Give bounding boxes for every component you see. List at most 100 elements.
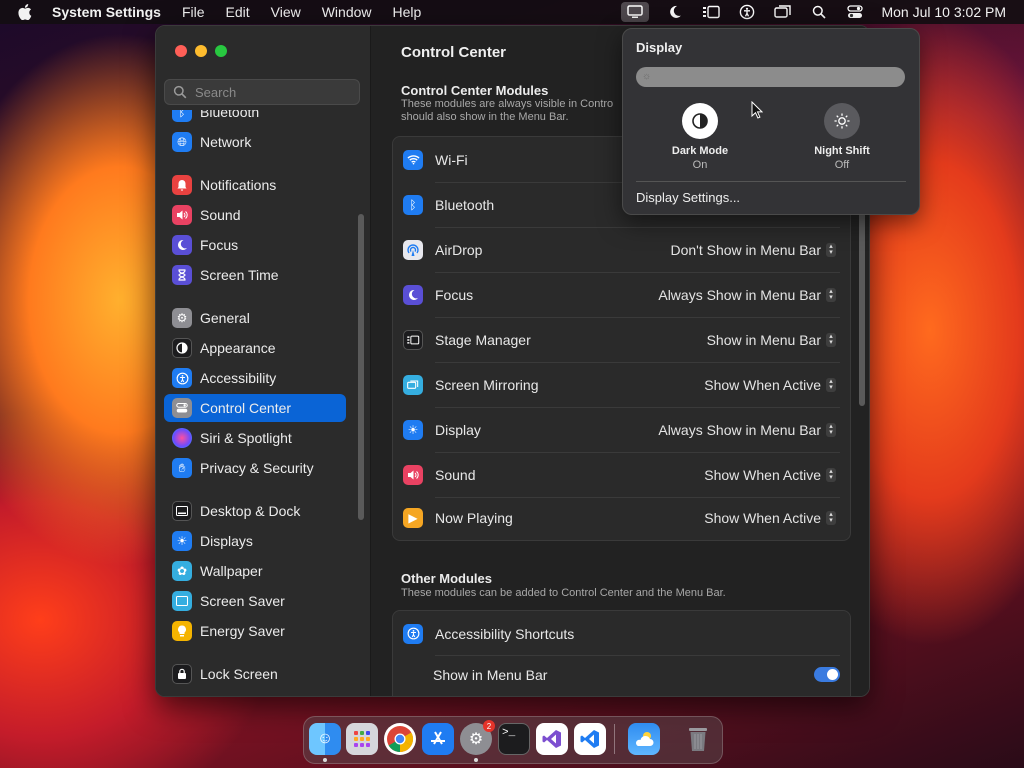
brightness-slider[interactable]: ☼ (636, 67, 905, 87)
sidebar-list: ᛒ Bluetooth 🌐︎ Network Notifications Sou… (164, 110, 356, 695)
menu-window[interactable]: Window (322, 4, 372, 20)
screen-mirroring-menu-icon[interactable] (773, 3, 793, 21)
sidebar-item-label: Sound (200, 207, 241, 223)
other-modules-group: Accessibility Shortcuts Show in Menu Bar (392, 610, 851, 696)
launchpad-icon[interactable] (346, 723, 378, 755)
airdrop-menu-bar-select[interactable]: Don't Show in Menu Bar ▴ ▾ (670, 242, 836, 258)
sidebar-item-bluetooth[interactable]: ᛒ Bluetooth (164, 110, 346, 126)
dark-mode-label: Dark Mode (671, 145, 729, 157)
module-row-screen-mirroring[interactable]: Screen Mirroring Show When Active ▴ ▾ (393, 362, 850, 407)
focus-menu-bar-select[interactable]: Always Show in Menu Bar ▴ ▾ (658, 287, 836, 303)
vscode-icon[interactable] (574, 723, 606, 755)
accessibility-menu-icon[interactable] (737, 3, 757, 21)
screensaver-icon (172, 591, 192, 611)
control-center-menu-icon[interactable] (845, 3, 865, 21)
sidebar-item-notifications[interactable]: Notifications (164, 171, 346, 199)
menu-help[interactable]: Help (393, 4, 422, 20)
module-row-now-playing[interactable]: ▶︎ Now Playing Show When Active ▴ ▾ (393, 495, 850, 540)
sidebar-item-network[interactable]: 🌐︎ Network (164, 128, 346, 156)
menu-edit[interactable]: Edit (226, 4, 250, 20)
focus-moon-menu-icon[interactable] (665, 3, 685, 21)
zoom-button[interactable] (215, 45, 227, 57)
accessibility-icon (403, 623, 423, 644)
sidebar-item-privacy-security[interactable]: ✋︎ Privacy & Security (164, 454, 346, 482)
terminal-icon[interactable]: >_ (498, 723, 530, 755)
sidebar-item-general[interactable]: ⚙︎ General (164, 304, 346, 332)
sidebar-item-desktop-dock[interactable]: Desktop & Dock (164, 497, 346, 525)
module-row-accessibility-shortcuts[interactable]: Accessibility Shortcuts (393, 611, 850, 656)
screen-mirroring-icon (403, 374, 423, 395)
menu-file[interactable]: File (182, 4, 205, 20)
sidebar-search[interactable] (164, 79, 360, 105)
sidebar-item-label: Siri & Spotlight (200, 430, 292, 446)
sidebar-item-control-center[interactable]: Control Center (164, 394, 346, 422)
sidebar-item-sound[interactable]: Sound (164, 201, 346, 229)
lock-icon (172, 664, 192, 684)
visual-studio-icon[interactable] (536, 723, 568, 755)
module-row-focus[interactable]: Focus Always Show in Menu Bar ▴ ▾ (393, 272, 850, 317)
minimize-button[interactable] (195, 45, 207, 57)
trash-icon[interactable] (682, 723, 714, 755)
sidebar-item-energy-saver[interactable]: Energy Saver (164, 617, 346, 645)
close-button[interactable] (175, 45, 187, 57)
sidebar-item-lock-screen[interactable]: Lock Screen (164, 660, 346, 688)
module-label: Focus (435, 286, 474, 303)
sidebar-item-wallpaper[interactable]: ✿︎ Wallpaper (164, 557, 346, 585)
menu-app-name[interactable]: System Settings (52, 4, 161, 20)
stepper-chevron-icon: ▴ ▾ (826, 422, 836, 437)
module-row-stage-manager[interactable]: Stage Manager Show in Menu Bar ▴ ▾ (393, 317, 850, 362)
speaker-icon (172, 205, 192, 225)
sidebar-item-label: Appearance (200, 340, 276, 356)
bulb-icon (172, 621, 192, 641)
dock-separator (614, 724, 615, 754)
show-in-menu-bar-row: Show in Menu Bar (393, 652, 850, 696)
popover-divider (636, 181, 906, 182)
chrome-icon[interactable] (384, 723, 416, 755)
sidebar-item-screen-time[interactable]: Screen Time (164, 261, 346, 289)
brightness-sun-icon: ☼ (642, 71, 652, 82)
search-input[interactable] (193, 83, 357, 101)
sidebar-scrollbar[interactable] (358, 214, 364, 520)
sidebar-item-label: Desktop & Dock (200, 503, 301, 519)
spotlight-search-icon[interactable] (809, 3, 829, 21)
display-menu-bar-select[interactable]: Always Show in Menu Bar ▴ ▾ (658, 422, 836, 438)
sound-menu-bar-select[interactable]: Show When Active ▴ ▾ (704, 467, 836, 483)
screen-mirroring-menu-bar-select[interactable]: Show When Active ▴ ▾ (704, 377, 836, 393)
mouse-cursor-icon (751, 100, 764, 124)
stepper-chevron-icon: ▴ ▾ (826, 467, 836, 482)
display-menu-icon[interactable] (621, 2, 650, 22)
menu-clock[interactable]: Mon Jul 10 3:02 PM (881, 4, 1006, 20)
sidebar-item-label: Lock Screen (200, 666, 278, 682)
show-in-menu-bar-label: Show in Menu Bar (433, 666, 548, 683)
finder-icon[interactable]: ☺︎ (309, 723, 341, 755)
module-label: Wi-Fi (435, 151, 468, 168)
main-scrollbar[interactable] (859, 186, 865, 406)
stage-manager-menu-icon[interactable] (701, 3, 721, 21)
sidebar-item-appearance[interactable]: Appearance (164, 334, 346, 362)
sidebar-item-label: General (200, 310, 250, 326)
sidebar-item-displays[interactable]: ☀︎ Displays (164, 527, 346, 555)
stage-manager-menu-bar-select[interactable]: Show in Menu Bar ▴ ▾ (707, 332, 836, 348)
sidebar-item-focus[interactable]: Focus (164, 231, 346, 259)
play-icon: ▶︎ (403, 507, 423, 528)
stage-manager-icon (403, 329, 423, 350)
sidebar-item-accessibility[interactable]: Accessibility (164, 364, 346, 392)
dark-mode-toggle[interactable]: Dark Mode On (645, 103, 755, 171)
app-store-icon[interactable] (422, 723, 454, 755)
night-shift-toggle[interactable]: Night Shift Off (787, 103, 897, 171)
moon-icon (172, 235, 192, 255)
sidebar-item-siri-spotlight[interactable]: Siri & Spotlight (164, 424, 346, 452)
module-row-sound[interactable]: Sound Show When Active ▴ ▾ (393, 452, 850, 497)
module-row-airdrop[interactable]: AirDrop Don't Show in Menu Bar ▴ ▾ (393, 227, 850, 272)
now-playing-menu-bar-select[interactable]: Show When Active ▴ ▾ (704, 510, 836, 526)
module-row-display[interactable]: ☀︎ Display Always Show in Menu Bar ▴ ▾ (393, 407, 850, 452)
sidebar-item-label: Network (200, 134, 252, 150)
menu-view[interactable]: View (271, 4, 301, 20)
system-settings-dock-icon[interactable]: ⚙︎ 2 (460, 720, 495, 755)
apple-menu-icon[interactable] (18, 4, 32, 21)
display-settings-link[interactable]: Display Settings... (636, 190, 740, 205)
show-in-menu-bar-toggle[interactable] (814, 667, 840, 682)
weather-icon[interactable] (628, 723, 660, 755)
sidebar-item-screen-saver[interactable]: Screen Saver (164, 587, 346, 615)
dock: ☺︎ ⚙︎ 2 >_ (303, 716, 723, 764)
